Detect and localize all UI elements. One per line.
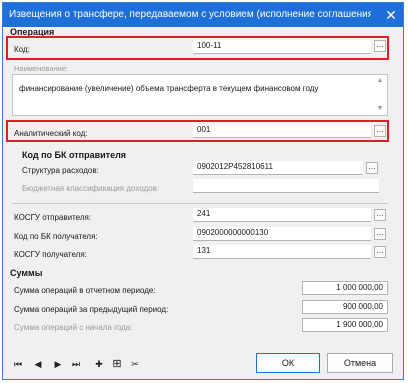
window-title: Извещения о трансфере, передаваемом с ус… xyxy=(9,9,371,20)
kosgu-receiver-label: КОСГУ получателя: xyxy=(14,250,87,259)
first-record-icon[interactable]: ⏮ xyxy=(12,358,24,370)
bk-sender-section-title: Код по БК отправителя xyxy=(22,150,127,160)
sums-section-title: Суммы xyxy=(10,268,43,278)
code-label: Код: xyxy=(14,45,30,54)
expense-structure-field[interactable]: 0902012P452810611 xyxy=(193,161,363,175)
ytd-sum-field: 1 900 000,00 xyxy=(302,318,388,332)
name-textarea[interactable]: финансирование (увеличение) объема транс… xyxy=(12,74,388,116)
income-classification-field[interactable] xyxy=(193,179,379,193)
previous-sum-label: Сумма операций за предыдущий период: xyxy=(14,305,169,314)
kosgu-receiver-lookup-button[interactable]: ... xyxy=(374,246,386,258)
name-label: Наименование: xyxy=(14,64,69,73)
kosgu-receiver-field[interactable]: 131 xyxy=(193,245,371,259)
next-record-icon[interactable]: ▶ xyxy=(52,358,64,370)
kosgu-sender-field[interactable]: 241 xyxy=(193,208,371,222)
expense-structure-label: Структура расходов: xyxy=(22,166,99,175)
analytic-code-label: Аналитический код: xyxy=(14,129,88,138)
income-classification-label: Бюджетная классификация доходов: xyxy=(22,184,160,193)
cancel-button[interactable]: Отмена xyxy=(327,353,393,373)
code-field[interactable]: 100-11 xyxy=(193,40,371,54)
reporting-sum-field[interactable]: 1 000 000,00 xyxy=(302,281,388,295)
title-bar[interactable]: Извещения о трансфере, передаваемом с ус… xyxy=(3,3,403,27)
add-icon[interactable]: ✚ xyxy=(93,358,105,370)
code-lookup-button[interactable]: ... xyxy=(374,40,386,52)
scroll-up-icon[interactable]: ▲ xyxy=(376,77,384,85)
divider xyxy=(12,203,388,204)
analytic-code-field[interactable]: 001 xyxy=(193,124,371,138)
bk-receiver-label: Код по БК получателя: xyxy=(14,232,98,241)
ytd-sum-label: Сумма операций с начала года: xyxy=(14,323,133,332)
bk-receiver-field[interactable]: 0902000000000130 xyxy=(193,227,371,241)
add-copy-icon[interactable]: ⊞ xyxy=(111,358,123,370)
close-icon[interactable]: ✕ xyxy=(384,8,398,22)
delete-icon[interactable]: ✂ xyxy=(129,358,141,370)
previous-sum-field[interactable]: 900 000,00 xyxy=(302,300,388,314)
prev-record-icon[interactable]: ◀ xyxy=(32,358,44,370)
ok-button[interactable]: ОК xyxy=(256,353,320,373)
kosgu-sender-lookup-button[interactable]: ... xyxy=(374,209,386,221)
name-value: финансирование (увеличение) объема транс… xyxy=(19,84,319,93)
kosgu-sender-label: КОСГУ отправителя: xyxy=(14,213,92,222)
last-record-icon[interactable]: ⏭ xyxy=(70,358,82,370)
scroll-down-icon[interactable]: ▼ xyxy=(376,105,384,113)
bk-receiver-lookup-button[interactable]: ... xyxy=(374,228,386,240)
analytic-code-lookup-button[interactable]: ... xyxy=(374,125,386,137)
expense-structure-lookup-button[interactable]: ... xyxy=(366,162,378,174)
reporting-sum-label: Сумма операций в отчетном периоде: xyxy=(14,286,156,295)
